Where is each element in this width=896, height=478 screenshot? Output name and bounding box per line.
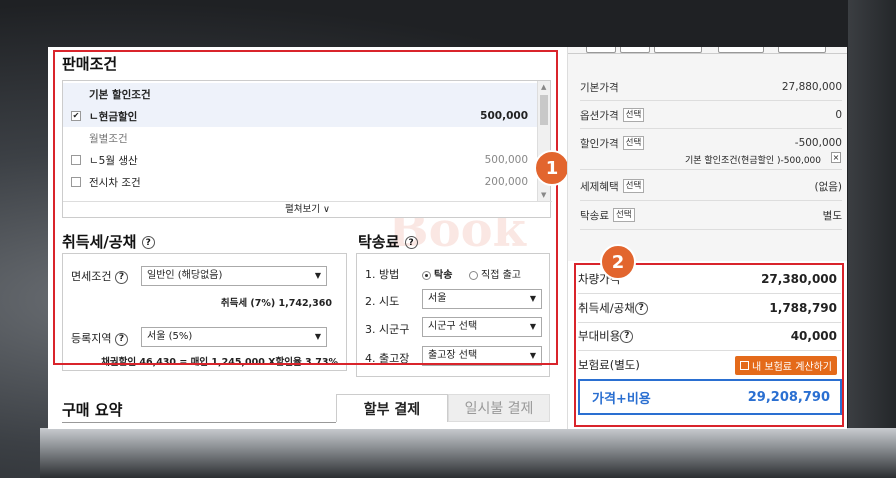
highlight-box-2 xyxy=(574,263,844,427)
delivery-fee-row: 탁송료 선택 별도 xyxy=(580,203,842,227)
highlight-box-1 xyxy=(53,50,558,365)
option-select-button[interactable]: 선택 xyxy=(622,108,645,122)
summary-divider xyxy=(62,422,336,423)
tab-installment[interactable]: 할부 결제 xyxy=(336,394,448,422)
delivery-select-button[interactable]: 선택 xyxy=(612,208,635,222)
price-summary-column: 기본가격 27,880,000 옵션가격 선택 0 할인가격 선택 -500,0… xyxy=(568,47,847,429)
purchase-summary-title: 구매 요약 xyxy=(62,401,123,419)
car-quote-panel: Book 판매조건 기본 할인조건 ✔ ㄴ현금할인 500,000 월별조건 ㄴ5월 생산… xyxy=(48,47,847,429)
top-divider xyxy=(568,53,847,54)
tab-lump-sum[interactable]: 일시불 결제 xyxy=(448,394,550,422)
row-divider xyxy=(580,100,842,101)
base-price-value: 27,880,000 xyxy=(781,81,842,93)
step-badge-2: 2 xyxy=(600,244,636,280)
tax-benefit-select-button[interactable]: 선택 xyxy=(622,179,645,193)
discount-price-row: 할인가격 선택 -500,000 xyxy=(580,131,842,155)
row-divider xyxy=(580,128,842,129)
step-badge-1: 1 xyxy=(534,150,570,186)
discount-note: 기본 할인조건(현금할인 )-500,000 xyxy=(684,156,821,166)
tax-benefit-value: (없음) xyxy=(814,180,842,193)
tax-benefit-row: 세제혜택 선택 (없음) xyxy=(580,174,842,198)
option-price-label: 옵션가격 xyxy=(580,109,619,122)
option-price-value: 0 xyxy=(835,109,842,121)
background-edge xyxy=(848,0,896,478)
row-divider xyxy=(580,200,842,201)
delivery-fee-label: 탁송료 xyxy=(580,209,609,222)
base-price-row: 기본가격 27,880,000 xyxy=(580,75,842,99)
tax-benefit-label: 세제혜택 xyxy=(580,180,619,193)
background-car-interior xyxy=(40,428,896,478)
discount-select-button[interactable]: 선택 xyxy=(622,136,645,150)
discount-price-value: -500,000 xyxy=(794,137,842,149)
remove-discount-icon[interactable]: × xyxy=(831,152,841,163)
row-divider xyxy=(580,229,842,230)
option-price-row: 옵션가격 선택 0 xyxy=(580,103,842,127)
row-divider xyxy=(580,169,842,170)
discount-price-label: 할인가격 xyxy=(580,137,619,150)
base-price-label: 기본가격 xyxy=(580,81,619,94)
delivery-fee-value: 별도 xyxy=(822,209,842,222)
